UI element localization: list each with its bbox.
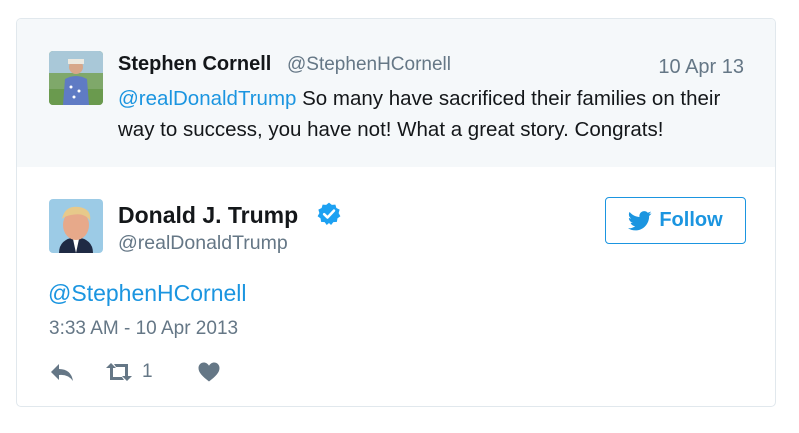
mention-link[interactable]: @realDonaldTrump xyxy=(118,87,296,110)
author-handle[interactable]: @StephenHCornell xyxy=(287,54,451,76)
like-icon xyxy=(198,362,220,382)
retweet-button[interactable]: 1 xyxy=(104,358,153,386)
reply-icon xyxy=(51,364,73,381)
author-handle[interactable]: @realDonaldTrump xyxy=(118,232,288,255)
follow-button[interactable]: Follow xyxy=(605,197,746,244)
verified-badge-icon xyxy=(317,202,341,225)
retweet-icon xyxy=(106,363,132,381)
avatar[interactable] xyxy=(49,199,103,253)
twitter-bird-icon xyxy=(628,210,652,230)
avatar-image xyxy=(49,199,103,253)
retweet-count: 1 xyxy=(142,361,153,382)
author-name[interactable]: Stephen Cornell xyxy=(118,53,271,76)
tweet-text: @realDonaldTrump So many have sacrificed… xyxy=(118,83,758,145)
avatar[interactable] xyxy=(49,51,103,105)
parent-tweet[interactable]: Stephen Cornell @StephenHCornell 10 Apr … xyxy=(17,19,775,167)
avatar-image xyxy=(49,51,103,105)
tweet-timestamp[interactable]: 3:33 AM - 10 Apr 2013 xyxy=(49,318,238,340)
author-name[interactable]: Donald J. Trump xyxy=(118,202,298,229)
like-button[interactable] xyxy=(197,358,221,386)
tweet-card: Stephen Cornell @StephenHCornell 10 Apr … xyxy=(16,18,776,407)
follow-label: Follow xyxy=(659,209,723,231)
mention-link[interactable]: @StephenHCornell xyxy=(48,280,247,307)
reply-button[interactable] xyxy=(49,358,75,386)
tweet-date[interactable]: 10 Apr 13 xyxy=(658,56,744,79)
